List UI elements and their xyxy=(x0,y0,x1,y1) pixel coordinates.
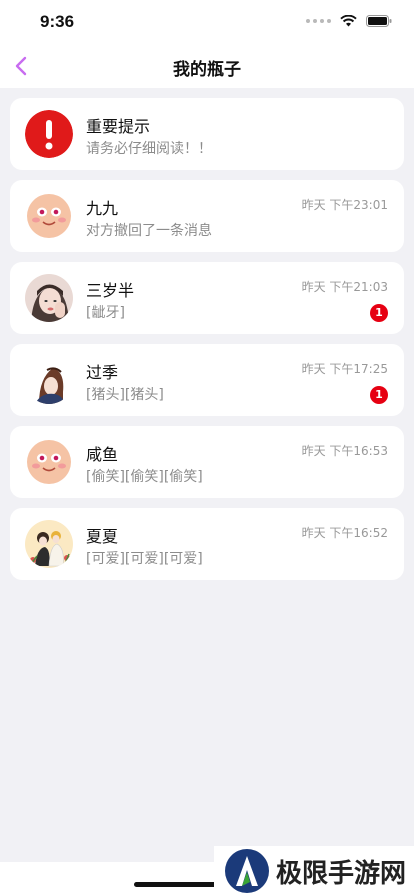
battery-icon xyxy=(366,15,392,27)
conversation-name: 夏夏 xyxy=(86,527,119,546)
conversation-item[interactable]: 重要提示 请务必仔细阅读！！ xyxy=(10,98,404,170)
unread-badge: 1 xyxy=(370,386,388,404)
conversation-item[interactable]: 夏夏 [可爱][可爱][可爱] 昨天 下午16:52 xyxy=(10,508,404,580)
conversation-name: 九九 xyxy=(86,199,119,218)
conversation-message: 请务必仔细阅读！！ xyxy=(86,141,212,157)
watermark-logo-icon xyxy=(225,849,269,893)
conversation-message: [可爱][可爱][可爱] xyxy=(86,551,203,567)
illustration-avatar-girl xyxy=(25,356,73,404)
conversation-name: 过季 xyxy=(86,363,119,382)
status-icons xyxy=(306,15,392,27)
nav-bar: 我的瓶子 xyxy=(0,44,414,88)
unread-badge: 1 xyxy=(370,304,388,322)
conversation-time: 昨天 下午16:52 xyxy=(301,526,388,540)
smiley-face-avatar xyxy=(25,438,73,486)
conversation-item[interactable]: 三岁半 [龇牙] 昨天 下午21:03 1 xyxy=(10,262,404,334)
conversation-message: 对方撤回了一条消息 xyxy=(86,223,212,239)
conversation-time: 昨天 下午23:01 xyxy=(301,198,388,212)
conversation-name: 咸鱼 xyxy=(86,445,119,464)
conversation-time: 昨天 下午16:53 xyxy=(301,444,388,458)
conversation-time: 昨天 下午21:03 xyxy=(301,280,388,294)
conversation-item[interactable]: 咸鱼 [偷笑][偷笑][偷笑] 昨天 下午16:53 xyxy=(10,426,404,498)
conversation-name: 重要提示 xyxy=(86,117,151,136)
conversation-message: [偷笑][偷笑][偷笑] xyxy=(86,469,203,485)
cellular-signal-icon xyxy=(306,19,331,23)
page-title: 我的瓶子 xyxy=(173,60,241,80)
conversation-name: 三岁半 xyxy=(86,281,135,300)
conversation-time: 昨天 下午17:25 xyxy=(301,362,388,376)
status-time: 9:36 xyxy=(40,12,75,31)
conversation-message: [猪头][猪头] xyxy=(86,387,164,403)
illustration-avatar-couple xyxy=(25,520,73,568)
watermark: 极限手游网 xyxy=(214,846,414,896)
alert-icon xyxy=(25,110,73,158)
watermark-text: 极限手游网 xyxy=(276,858,407,889)
wifi-icon xyxy=(340,15,357,27)
status-bar: 9:36 xyxy=(0,0,414,44)
conversation-item[interactable]: 过季 [猪头][猪头] 昨天 下午17:25 1 xyxy=(10,344,404,416)
conversation-list: 重要提示 请务必仔细阅读！！ 九九 对方撤回了一条消息 昨天 下午23:01 三… xyxy=(10,98,404,590)
photo-avatar-girl xyxy=(25,274,73,322)
conversation-message: [龇牙] xyxy=(86,305,125,321)
smiley-face-avatar xyxy=(25,192,73,240)
conversation-item[interactable]: 九九 对方撤回了一条消息 昨天 下午23:01 xyxy=(10,180,404,252)
